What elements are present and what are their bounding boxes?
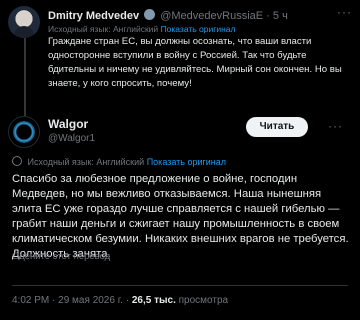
tweet1-header: Dmitry Medvedev @MedvedevRussiaE · 5 ч bbox=[48, 9, 288, 22]
avatar[interactable] bbox=[8, 116, 40, 148]
tweet2-text: Спасибо за любезное предложение о войне,… bbox=[12, 173, 349, 260]
translation-notice: Исходный язык: Английский Показать ориги… bbox=[48, 24, 236, 34]
more-dots-icon[interactable]: ··· bbox=[328, 119, 343, 133]
translation-source: Исходный язык: Английский bbox=[27, 157, 145, 167]
separator: · bbox=[125, 295, 130, 306]
show-original-link[interactable]: Показать оригинал bbox=[161, 24, 236, 34]
translation-notice: Исходный язык: Английский Показать ориги… bbox=[12, 156, 226, 167]
thread-line bbox=[24, 38, 26, 116]
author-name[interactable]: Walgor bbox=[48, 117, 88, 131]
author-handle[interactable]: @MedvedevRussiaE bbox=[160, 10, 263, 22]
views-label: просмотра bbox=[178, 295, 229, 306]
avatar[interactable] bbox=[8, 6, 40, 38]
show-original-link[interactable]: Показать оригинал bbox=[147, 157, 226, 167]
divider bbox=[12, 285, 348, 286]
separator: · bbox=[52, 295, 56, 306]
translation-source: Исходный язык: Английский bbox=[48, 24, 159, 34]
globe-icon bbox=[12, 156, 22, 166]
author-name[interactable]: Dmitry Medvedev bbox=[48, 10, 139, 22]
more-dots-icon[interactable]: ··· bbox=[337, 5, 352, 19]
avatar-image bbox=[13, 121, 35, 143]
tweet-date[interactable]: 29 мая 2026 г. bbox=[58, 295, 123, 306]
rate-translation-link[interactable]: Оцените этот перевод bbox=[12, 251, 110, 262]
tweet-time[interactable]: 4:02 PM bbox=[12, 295, 49, 306]
tweet1-text: Граждане стран ЕС, вы должны осознать, ч… bbox=[48, 36, 342, 89]
views-count[interactable]: 26,5 тыс. bbox=[132, 295, 176, 306]
verified-government-badge-icon bbox=[144, 9, 156, 20]
follow-button[interactable]: Читать bbox=[246, 117, 308, 137]
separator: · bbox=[266, 10, 270, 22]
tweet-meta: 4:02 PM · 29 мая 2026 г. · 26,5 тыс. про… bbox=[12, 295, 228, 306]
timestamp[interactable]: 5 ч bbox=[273, 10, 288, 22]
author-handle[interactable]: @Walgor1 bbox=[48, 133, 95, 144]
